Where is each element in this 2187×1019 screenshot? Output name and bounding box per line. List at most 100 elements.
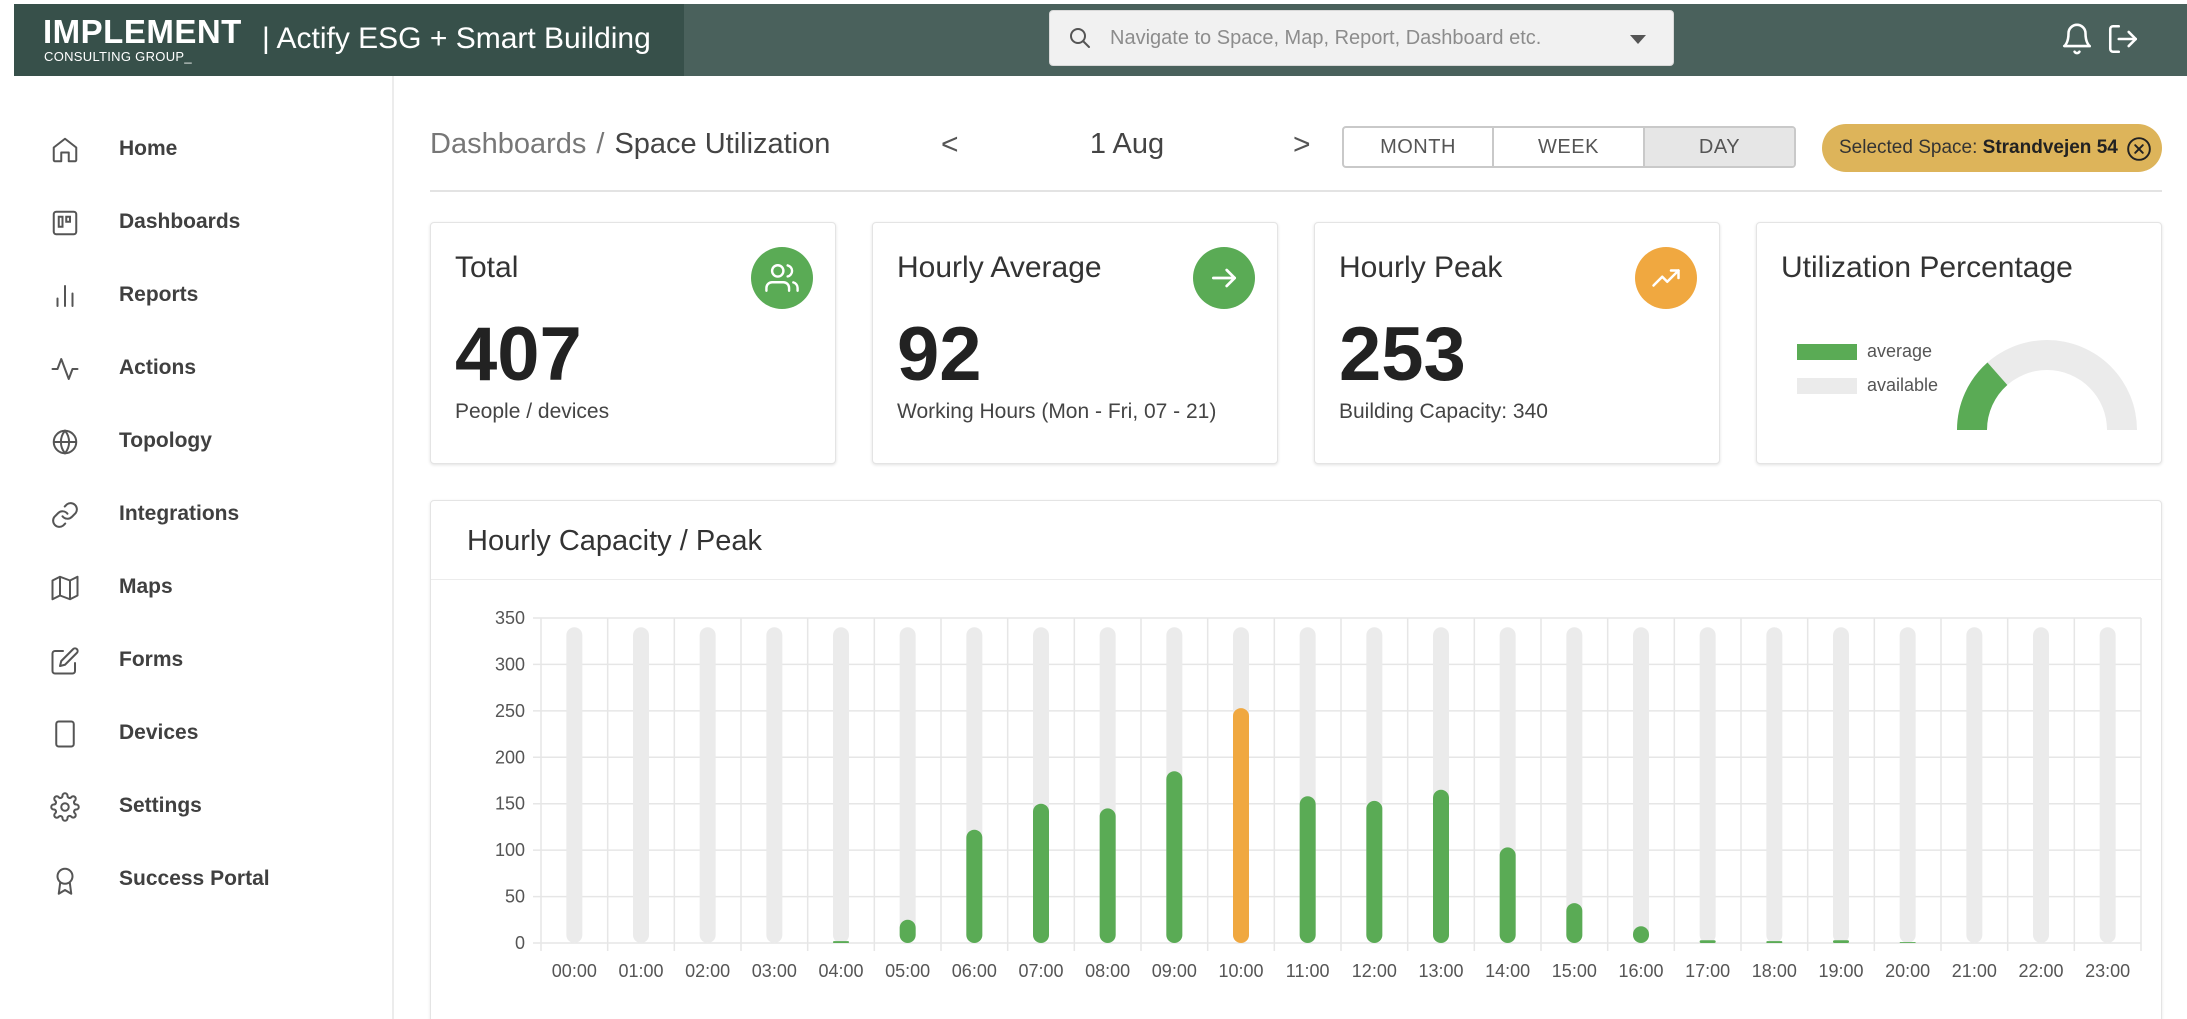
sidebar-item-label: Dashboards <box>119 210 241 233</box>
sidebar-item-devices[interactable]: Devices <box>14 706 384 760</box>
period-week-button[interactable]: WEEK <box>1494 128 1645 166</box>
legend-label: average <box>1867 341 1933 361</box>
occupancy-bar <box>1499 847 1516 943</box>
sidebar-item-label: Actions <box>119 356 197 379</box>
kpi-card-hourly-peak: Hourly Peak 253 Building Capacity: 340 <box>1314 222 1720 464</box>
utilization-gauge <box>1957 340 2137 430</box>
search-bar[interactable] <box>1049 10 1674 66</box>
kpi-title: Hourly Peak <box>1339 251 1503 284</box>
x-tick-label: 19:00 <box>1818 961 1863 981</box>
kpi-card-total: Total 407 People / devices <box>430 222 836 464</box>
sidebar-item-dashboards[interactable]: Dashboards <box>14 195 384 249</box>
occupancy-bar <box>833 941 849 943</box>
logout-icon[interactable] <box>2106 22 2140 56</box>
kpi-card-hourly-average: Hourly Average 92 Working Hours (Mon - F… <box>872 222 1278 464</box>
sidebar-item-success-portal[interactable]: Success Portal <box>14 852 384 906</box>
hourly-capacity-chart-card: Hourly Capacity / Peak 0 50 100 150 200 250 30… <box>430 500 2162 1019</box>
header-divider <box>430 190 2162 192</box>
sidebar-item-actions[interactable]: Actions <box>14 341 384 395</box>
x-tick-label: 02:00 <box>685 961 730 981</box>
sidebar-item-home[interactable]: Home <box>14 122 384 176</box>
y-tick-label: 0 <box>515 933 525 953</box>
x-tick-label: 11:00 <box>1286 961 1330 981</box>
brand-block: IMPLEMENT CONSULTING GROUP_ | Actify ESG… <box>14 4 684 76</box>
globe-icon <box>52 429 78 455</box>
capacity-bar <box>2099 627 2116 943</box>
kpi-subtitle: Working Hours (Mon - Fri, 07 - 21) <box>897 400 1217 423</box>
kpi-badge <box>751 247 813 309</box>
sidebar-item-label: Reports <box>119 283 199 306</box>
bell-icon[interactable] <box>2060 22 2094 56</box>
period-month-button[interactable]: MONTH <box>1344 128 1494 166</box>
next-date-button[interactable]: > <box>1293 128 1311 162</box>
sidebar-item-label: Settings <box>119 794 202 817</box>
y-tick-label: 300 <box>495 654 525 674</box>
y-tick-label: 50 <box>505 887 525 907</box>
x-tick-label: 20:00 <box>1885 961 1930 981</box>
bar-chart-icon <box>56 285 74 307</box>
y-tick-label: 250 <box>495 701 525 721</box>
x-tick-label: 14:00 <box>1485 961 1530 981</box>
sidebar-item-label: Forms <box>119 648 184 671</box>
x-tick-label: 01:00 <box>618 961 663 981</box>
x-tick-label: 00:00 <box>552 961 597 981</box>
map-icon <box>51 575 79 601</box>
sidebar-item-label: Topology <box>119 429 212 452</box>
period-day-button[interactable]: DAY <box>1645 128 1794 166</box>
x-tick-label: 04:00 <box>818 961 863 981</box>
legend-swatch <box>1797 378 1857 394</box>
kpi-value: 407 <box>455 312 582 397</box>
brand-logo[interactable]: IMPLEMENT <box>43 13 242 51</box>
gear-icon <box>50 792 80 822</box>
x-tick-label: 13:00 <box>1418 961 1463 981</box>
capacity-bar <box>766 627 783 943</box>
sidebar-item-label: Home <box>119 137 178 160</box>
close-icon[interactable] <box>2126 136 2152 162</box>
capacity-bar <box>1566 627 1583 943</box>
previous-date-button[interactable]: < <box>941 128 959 162</box>
sidebar-item-label: Integrations <box>119 502 240 525</box>
kpi-card-utilization: Utilization Percentage average available <box>1756 222 2162 464</box>
x-tick-label: 05:00 <box>885 961 930 981</box>
legend-label: available <box>1867 375 1939 395</box>
x-tick-label: 16:00 <box>1618 961 1663 981</box>
app-title: | Actify ESG + Smart Building <box>262 22 651 55</box>
kpi-title: Total <box>455 251 519 284</box>
breadcrumb-dashboards-link[interactable]: Dashboards <box>430 128 586 160</box>
breadcrumb: Dashboards / Space Utilization <box>430 128 830 161</box>
capacity-bar <box>699 627 716 943</box>
x-tick-label: 21:00 <box>1952 961 1997 981</box>
period-toggle: MONTH WEEK DAY <box>1342 126 1796 168</box>
link-icon <box>52 502 78 528</box>
capacity-bar <box>1699 627 1716 943</box>
chevron-down-icon[interactable] <box>1630 35 1646 44</box>
tablet-icon <box>55 720 75 748</box>
x-tick-label: 23:00 <box>2085 961 2130 981</box>
top-bar: IMPLEMENT CONSULTING GROUP_ | Actify ESG… <box>14 4 2187 76</box>
x-tick-label: 09:00 <box>1152 961 1197 981</box>
y-tick-label: 150 <box>495 794 525 814</box>
page-title: Space Utilization <box>614 128 831 160</box>
occupancy-bar <box>1699 940 1716 943</box>
occupancy-bar <box>1033 803 1049 943</box>
sidebar-item-forms[interactable]: Forms <box>14 633 384 687</box>
brand-subtitle: CONSULTING GROUP_ <box>44 49 192 64</box>
current-date-label: 1 Aug <box>1089 128 1165 160</box>
search-input[interactable] <box>1110 21 1600 55</box>
sidebar-item-integrations[interactable]: Integrations <box>14 487 384 541</box>
capacity-bar <box>1899 627 1916 943</box>
search-icon <box>1070 28 1090 48</box>
capacity-bar <box>1633 627 1649 943</box>
capacity-bar <box>1766 627 1783 943</box>
sidebar-item-settings[interactable]: Settings <box>14 779 384 833</box>
sidebar-item-reports[interactable]: Reports <box>14 268 384 322</box>
occupancy-bar <box>1233 708 1249 943</box>
sidebar-item-topology[interactable]: Topology <box>14 414 384 468</box>
occupancy-bar <box>1766 941 1783 943</box>
hourly-capacity-chart: 0 50 100 150 200 250 300 350 00:00 01:00 02:00 03:0… <box>495 608 2142 981</box>
occupancy-bar <box>1299 796 1316 943</box>
sidebar-item-maps[interactable]: Maps <box>14 560 384 614</box>
kpi-value: 92 <box>897 312 982 397</box>
capacity-bar <box>1833 627 1849 943</box>
selected-space-chip[interactable]: Selected Space: Strandvejen 54 <box>1822 124 2162 172</box>
